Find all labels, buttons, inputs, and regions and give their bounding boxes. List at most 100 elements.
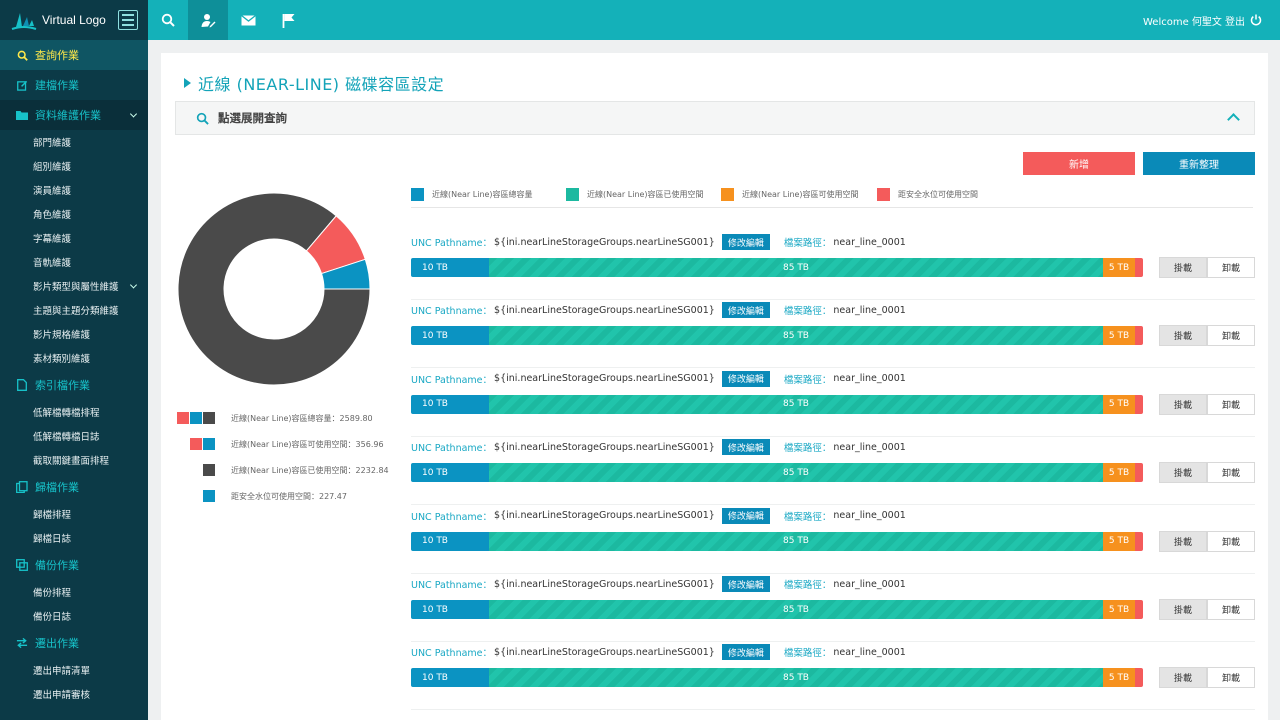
unc-key: UNC Pathname： (411, 238, 493, 249)
legend-label: 距安全水位可使用空間 (898, 190, 978, 199)
topbar-mail-button[interactable] (228, 0, 268, 40)
unmount-button[interactable]: 卸載 (1207, 599, 1255, 620)
logout-link[interactable]: 登出 (1225, 0, 1245, 40)
capacity-bar: 10 TB 85 TB 5 TB (411, 531, 1143, 551)
bar-segment-safe (1135, 668, 1143, 688)
path-value: near_line_0001 (833, 304, 906, 316)
sidebar-item-label: 低解檔轉檔日誌 (33, 432, 100, 443)
main-panel: 近線 (NEAR-LINE) 磁碟容區設定 點選展開查詢 新增 重新整理 近線(… (161, 53, 1268, 720)
bar-segment-used: 85 TB (489, 463, 1103, 483)
unc-line: UNC Pathname： ${ini.nearLineStorageGroups… (411, 439, 906, 456)
logout-button[interactable] (1250, 0, 1262, 40)
sidebar-item-12[interactable]: 素材類別維護 (0, 346, 148, 370)
sidebar-item-15[interactable]: 低解檔轉檔日誌 (0, 424, 148, 448)
bar-segment-used: 85 TB (489, 600, 1103, 619)
path-key: 檔案路徑： (783, 648, 832, 660)
mount-button[interactable]: 掛載 (1159, 393, 1207, 415)
sidebar-section-13[interactable]: 索引檔作業 (0, 370, 148, 400)
sidebar-item-19[interactable]: 歸檔日誌 (0, 526, 148, 550)
sidebar-item-22[interactable]: 備份日誌 (0, 604, 148, 628)
donut-legend-row: 近線(Near Line)容區已使用空間：2232.84 (161, 462, 401, 478)
topbar-flag-button[interactable] (268, 0, 308, 40)
unc-line: UNC Pathname： ${ini.nearLineStorageGroups… (411, 370, 906, 387)
unmount-button[interactable]: 卸載 (1207, 325, 1255, 347)
folder-icon (16, 109, 28, 121)
add-button[interactable]: 新增 (1023, 152, 1135, 175)
mount-button[interactable]: 掛載 (1159, 462, 1207, 484)
donut-legend-row: 近線(Near Line)容區可使用空間：356.96 (161, 436, 401, 452)
sidebar-item-5[interactable]: 演員維護 (0, 178, 148, 202)
sidebar-item-6[interactable]: 角色維護 (0, 202, 148, 226)
power-icon (1250, 14, 1262, 26)
chevron-down-icon (129, 110, 138, 118)
sidebar-item-21[interactable]: 備份排程 (0, 580, 148, 604)
sidebar-section-23[interactable]: 遷出作業 (0, 628, 148, 658)
mail-icon (240, 14, 256, 25)
sidebar-item-18[interactable]: 歸檔排程 (0, 502, 148, 526)
mount-button[interactable]: 掛載 (1159, 325, 1207, 347)
sidebar-item-25[interactable]: 遷出申請審核 (0, 682, 148, 706)
unmount-button[interactable]: 卸載 (1207, 257, 1255, 278)
query-label: 點選展開查詢 (218, 111, 287, 125)
sidebar-item-14[interactable]: 低解檔轉檔排程 (0, 400, 148, 424)
sidebar-item-24[interactable]: 遷出申請清單 (0, 658, 148, 682)
sidebar-section-20[interactable]: 備份作業 (0, 550, 148, 580)
topbar: Welcome 何聖文 登出 (148, 0, 1280, 40)
edit-button[interactable]: 修改編輯 (721, 439, 770, 456)
sidebar-item-label: 影片類型與屬性維護 (33, 282, 119, 293)
logo-icon (11, 13, 37, 30)
unmount-button[interactable]: 卸載 (1207, 393, 1255, 415)
donut-legend-swatch (203, 490, 215, 502)
sidebar-item-label: 索引檔作業 (35, 379, 90, 392)
donut-legend-row: 近線(Near Line)容區總容量：2589.80 (161, 410, 401, 426)
unmount-button[interactable]: 卸載 (1207, 462, 1255, 484)
edit-button[interactable]: 修改編輯 (721, 576, 770, 592)
sidebar-item-16[interactable]: 截取關鍵畫面排程 (0, 448, 148, 472)
topbar-user-edit-button[interactable] (188, 0, 228, 40)
edit-button[interactable]: 修改編輯 (721, 370, 770, 387)
sidebar-item-label: 備份日誌 (33, 612, 72, 623)
sidebar-item-label: 影片規格維護 (33, 330, 91, 341)
unmount-button[interactable]: 卸載 (1207, 530, 1255, 552)
sidebar-section-0[interactable]: 查詢作業 (0, 40, 148, 70)
unc-line: UNC Pathname： ${ini.nearLineStorageGroups… (411, 576, 906, 592)
sidebar-item-label: 字幕維護 (33, 234, 72, 245)
path-key: 檔案路徑： (783, 306, 832, 318)
bar-segment-free: 5 TB (1103, 531, 1135, 551)
path-key: 檔案路徑： (783, 511, 832, 523)
sidebar-item-4[interactable]: 組別維護 (0, 154, 148, 178)
topbar-search-button[interactable] (148, 0, 188, 40)
sidebar-item-11[interactable]: 影片規格維護 (0, 322, 148, 346)
bar-segment-free: 5 TB (1103, 394, 1135, 414)
unc-value: ${ini.nearLineStorageGroups.nearLineSG00… (494, 236, 715, 248)
mount-button[interactable]: 掛載 (1159, 599, 1207, 620)
legend-item: 近線(Near Line)容區可使用空間 (721, 188, 859, 201)
unmount-button[interactable]: 卸載 (1207, 667, 1255, 689)
bar-segment-safe (1135, 463, 1143, 483)
edit-button[interactable]: 修改編輯 (721, 507, 770, 524)
mount-button[interactable]: 掛載 (1159, 257, 1207, 278)
menu-toggle-button[interactable] (118, 10, 138, 30)
sidebar-section-1[interactable]: 建檔作業 (0, 70, 148, 100)
sidebar-item-9[interactable]: 影片類型與屬性維護 (0, 274, 148, 298)
edit-button[interactable]: 修改編輯 (721, 234, 770, 250)
unc-line: UNC Pathname： ${ini.nearLineStorageGroups… (411, 234, 906, 250)
sidebar-section-2[interactable]: 資料維護作業 (0, 100, 148, 130)
refresh-button[interactable]: 重新整理 (1143, 152, 1255, 175)
edit-button[interactable]: 修改編輯 (721, 644, 770, 661)
mount-button[interactable]: 掛載 (1159, 530, 1207, 552)
sidebar-section-17[interactable]: 歸檔作業 (0, 472, 148, 502)
chevron-up-icon[interactable] (1227, 113, 1240, 126)
query-toggle-bar[interactable]: 點選展開查詢 (175, 101, 1255, 135)
sidebar-item-8[interactable]: 音軌維護 (0, 250, 148, 274)
edit-button[interactable]: 修改編輯 (721, 302, 770, 319)
sidebar-item-7[interactable]: 字幕維護 (0, 226, 148, 250)
sidebar-item-3[interactable]: 部門維護 (0, 130, 148, 154)
bar-segment-safe (1135, 258, 1143, 277)
sidebar-item-label: 遷出作業 (35, 637, 79, 650)
bar-segment-free: 5 TB (1103, 668, 1135, 688)
legend-item: 近線(Near Line)容區已使用空間 (566, 188, 704, 201)
unc-key: UNC Pathname： (411, 511, 493, 523)
sidebar-item-10[interactable]: 主題與主題分類維護 (0, 298, 148, 322)
mount-button[interactable]: 掛載 (1159, 667, 1207, 689)
